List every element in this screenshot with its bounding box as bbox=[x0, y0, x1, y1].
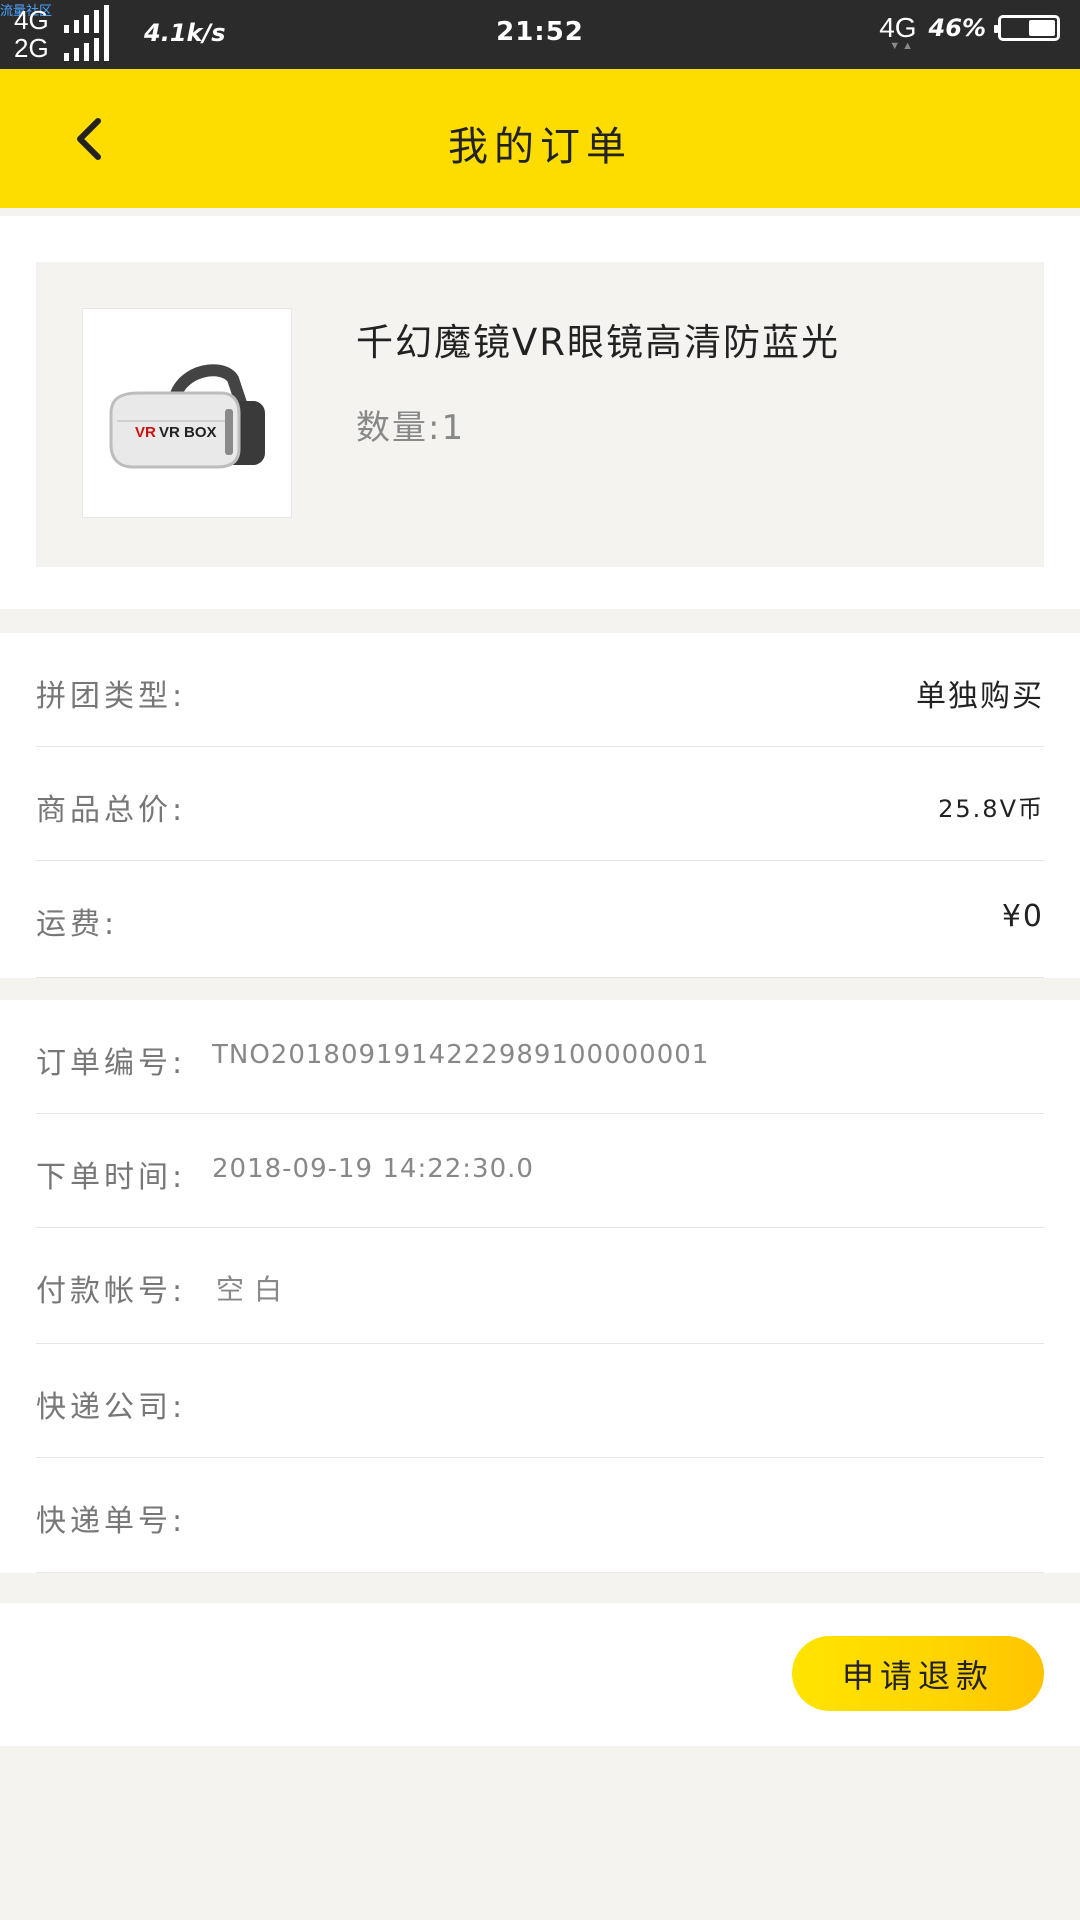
svg-text:VR: VR bbox=[135, 424, 156, 441]
total-price-row: 商品总价: 25.8V币 bbox=[36, 747, 1044, 861]
order-time-label: 下单时间: bbox=[36, 1160, 187, 1195]
order-summary: 拼团类型: 单独购买 商品总价: 25.8V币 运费: ¥0 bbox=[0, 633, 1080, 978]
battery-percent: 46% bbox=[928, 14, 986, 42]
courier-company-row: 快递公司: bbox=[36, 1344, 1044, 1458]
group-type-label: 拼团类型: bbox=[36, 679, 187, 714]
shipping-fee-row: 运费: ¥0 bbox=[36, 861, 1044, 978]
vr-headset-image: VR VR BOX bbox=[109, 364, 265, 469]
mobile-data-indicator: 4G ▼▲ bbox=[879, 12, 917, 52]
order-number-row: 订单编号: TNO2018091914222989100000001 bbox=[36, 1000, 1044, 1114]
product-image-label: VR BOX bbox=[159, 424, 217, 441]
app-header: 我的订单 bbox=[0, 69, 1080, 208]
order-time-row: 下单时间: 2018-09-19 14:22:30.0 bbox=[36, 1114, 1044, 1228]
page-title: 我的订单 bbox=[448, 124, 632, 170]
payment-account-row: 付款帐号: 空白 bbox=[36, 1228, 1044, 1344]
product-card[interactable]: VR VR BOX 千幻魔镜VR眼镜高清防蓝光 数量:1 bbox=[36, 262, 1044, 567]
total-price-label: 商品总价: bbox=[36, 793, 187, 828]
battery-icon bbox=[994, 15, 1060, 41]
product-image: VR VR BOX bbox=[82, 308, 292, 518]
shipping-fee-value: ¥0 bbox=[1001, 899, 1044, 934]
order-number-label: 订单编号: bbox=[36, 1046, 187, 1081]
status-bar: 流量社区 4G 2G 4.1k/s 21:52 4G ▼▲ 46% bbox=[0, 0, 1080, 69]
order-details: 订单编号: TNO2018091914222989100000001 下单时间:… bbox=[0, 1000, 1080, 1573]
payment-account-label: 付款帐号: bbox=[36, 1274, 187, 1309]
data-arrows-icon: ▼▲ bbox=[889, 40, 915, 52]
action-footer: 申请退款 bbox=[0, 1603, 1080, 1746]
shipping-fee-label: 运费: bbox=[36, 907, 119, 942]
total-price-value: 25.8V币 bbox=[938, 795, 1044, 823]
tracking-number-row: 快递单号: bbox=[36, 1458, 1044, 1573]
product-quantity: 数量:1 bbox=[356, 408, 466, 448]
group-type-row: 拼团类型: 单独购买 bbox=[36, 633, 1044, 747]
product-section: VR VR BOX 千幻魔镜VR眼镜高清防蓝光 数量:1 bbox=[0, 216, 1080, 609]
order-time-value: 2018-09-19 14:22:30.0 bbox=[212, 1154, 534, 1184]
order-number-value[interactable]: TNO2018091914222989100000001 bbox=[212, 1040, 709, 1070]
courier-company-label: 快递公司: bbox=[36, 1390, 187, 1425]
request-refund-button[interactable]: 申请退款 bbox=[792, 1636, 1044, 1711]
payment-account-value: 空白 bbox=[216, 1273, 293, 1306]
group-type-value: 单独购买 bbox=[916, 679, 1044, 714]
product-name: 千幻魔镜VR眼镜高清防蓝光 bbox=[356, 321, 841, 364]
tracking-number-label: 快递单号: bbox=[36, 1504, 187, 1539]
